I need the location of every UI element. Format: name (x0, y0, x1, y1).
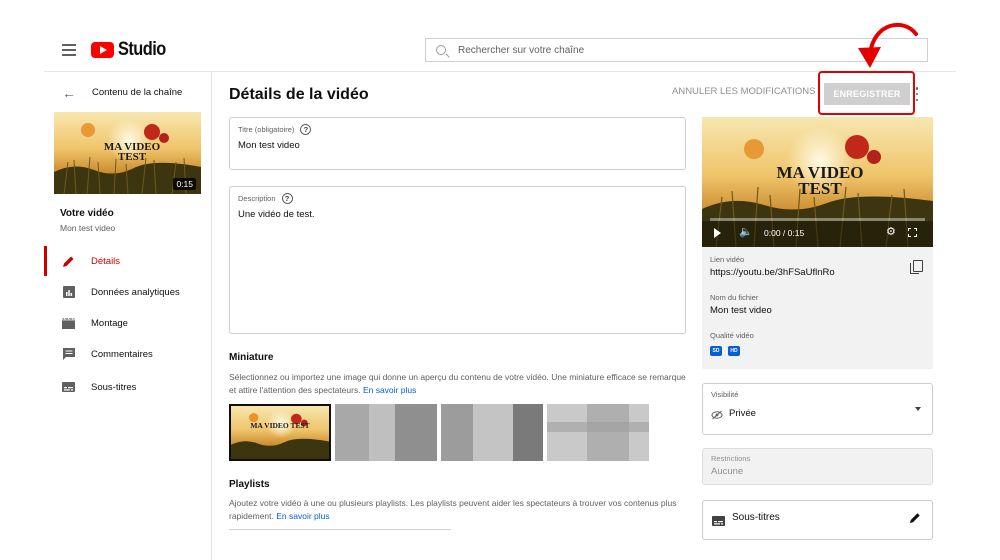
thumbnail-heading: Miniature (229, 352, 274, 363)
channel-content-link[interactable]: Contenu de la chaîne (92, 87, 182, 98)
sidebar-item-details[interactable]: Détails (44, 246, 212, 276)
copy-icon[interactable] (910, 260, 923, 274)
more-options-icon[interactable] (915, 87, 919, 101)
title-field[interactable]: Titre (obligatoire) ? Mon test video (229, 117, 686, 170)
playlists-description: Ajoutez votre vidéo à une ou plusieurs p… (229, 497, 689, 523)
play-icon[interactable] (714, 228, 721, 238)
visibility-value: Privée (729, 408, 756, 419)
progress-bar[interactable] (710, 218, 925, 221)
volume-icon[interactable]: 🔈 (739, 225, 753, 238)
thumbnail-option-auto[interactable]: MA VIDEO TEST (229, 404, 331, 461)
sd-badge: SD (710, 346, 722, 356)
fullscreen-icon[interactable] (908, 228, 917, 237)
pencil-icon (62, 255, 75, 268)
help-icon[interactable]: ? (281, 193, 293, 204)
video-quality-label: Qualité vidéo (710, 331, 754, 340)
sidebar-video-thumbnail[interactable]: MA VIDEO TEST 0:15 (54, 112, 201, 194)
search-input[interactable] (458, 44, 878, 56)
comment-icon (62, 348, 75, 361)
thumbnail-image (335, 404, 437, 461)
page-title: Détails de la vidéo (229, 86, 369, 103)
learn-more-link[interactable]: En savoir plus (276, 511, 329, 521)
restrictions-field: Restrictions Aucune (702, 448, 933, 485)
sidebar-item-label: Détails (91, 255, 121, 267)
thumbnail-image (231, 406, 329, 459)
logo-text: Studio (118, 39, 166, 60)
sidebar-item-comments[interactable]: Commentaires (44, 339, 212, 369)
subtitles-card[interactable]: Sous-titres (702, 500, 933, 540)
hd-badge: HD (728, 346, 740, 356)
playlist-dropdown-edge[interactable] (229, 529, 451, 530)
video-player[interactable]: MA VIDEO TEST 🔈 0:00 / 0:15 ⚙ (702, 117, 933, 247)
sidebar-item-label: Sous-titres (91, 381, 137, 393)
sidebar-item-analytics[interactable]: Données analytiques (44, 277, 212, 307)
file-name: Mon test video (710, 305, 772, 316)
playlists-heading: Playlists (229, 479, 270, 490)
thumbnail-overlay-text: MA VIDEO TEST (103, 141, 161, 163)
thumbnail-image (547, 404, 649, 461)
thumbnail-description: Sélectionnez ou importez une image qui d… (229, 371, 689, 397)
sidebar-item-label: Données analytiques (91, 286, 180, 298)
help-icon[interactable]: ? (300, 124, 312, 135)
thumbnail-option-4[interactable] (547, 404, 649, 461)
thumbnail-option-3[interactable] (441, 404, 543, 461)
search-icon (436, 45, 446, 55)
dropdown-arrow-icon (915, 407, 921, 411)
sidebar-item-editor[interactable]: Montage (44, 308, 212, 338)
thumbnail-option-2[interactable] (335, 404, 437, 461)
sidebar-item-label: Montage (91, 317, 128, 329)
video-link-label: Lien vidéo (710, 255, 745, 264)
subtitles-label: Sous-titres (732, 512, 780, 523)
visibility-label: Visibilité (711, 390, 739, 399)
annotation-arrow-icon (858, 22, 918, 68)
eye-off-icon (711, 407, 723, 425)
title-input[interactable]: Mon test video (238, 140, 300, 151)
back-arrow-icon[interactable]: ← (62, 85, 76, 101)
description-field-label: Description (238, 194, 276, 203)
description-field[interactable]: Description ? Une vidéo de test. (229, 186, 686, 334)
studio-logo[interactable]: Studio (91, 39, 174, 60)
edit-pencil-icon[interactable] (909, 511, 921, 529)
settings-gear-icon[interactable]: ⚙ (886, 225, 896, 238)
analytics-icon (62, 286, 75, 299)
title-field-label: Titre (obligatoire) (238, 125, 295, 134)
sidebar-item-subtitles[interactable]: Sous-titres (44, 372, 212, 402)
description-input[interactable]: Une vidéo de test. (238, 209, 315, 220)
learn-more-link[interactable]: En savoir plus (363, 385, 416, 395)
your-video-label: Votre vidéo (60, 208, 114, 219)
sidebar-item-label: Commentaires (91, 348, 153, 360)
video-info-card: Lien vidéo https://youtu.be/3hFSaUflnRo … (702, 247, 933, 369)
subtitles-icon (62, 381, 75, 394)
undo-changes-button[interactable]: ANNULER LES MODIFICATIONS (672, 86, 815, 97)
video-link[interactable]: https://youtu.be/3hFSaUflnRo (710, 267, 835, 278)
player-time: 0:00 / 0:15 (764, 228, 805, 238)
thumbnail-overlay-text: MA VIDEO TEST (250, 421, 310, 430)
menu-icon[interactable] (62, 44, 76, 56)
video-name: Mon test video (60, 223, 116, 233)
file-name-label: Nom du fichier (710, 293, 759, 302)
restrictions-label: Restrictions (711, 454, 751, 463)
player-overlay-text: MA VIDEO TEST (776, 163, 864, 198)
restrictions-value: Aucune (711, 466, 744, 477)
subtitles-icon (712, 513, 725, 531)
clapperboard-icon (62, 317, 75, 330)
thumbnail-description-text: Sélectionnez ou importez une image qui d… (229, 372, 686, 395)
duration-badge: 0:15 (173, 178, 196, 190)
visibility-dropdown[interactable]: Visibilité Privée (702, 383, 933, 435)
thumbnail-image (441, 404, 543, 461)
youtube-play-icon (91, 42, 114, 58)
